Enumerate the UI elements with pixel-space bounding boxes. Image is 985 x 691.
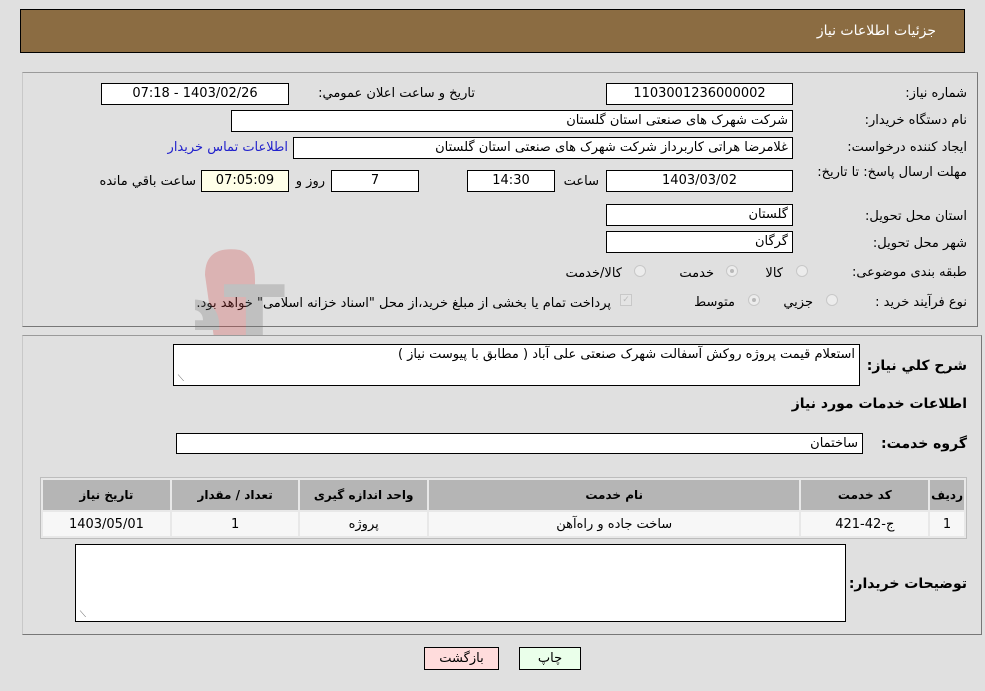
remaining-days-field: 7 <box>331 170 419 192</box>
category-option-goods: کالا <box>765 266 783 281</box>
province-label: استان محل تحویل: <box>865 209 967 224</box>
cell-row-number: 1 <box>930 512 964 536</box>
service-group-label: گروه خدمت: <box>881 436 967 452</box>
province-field: گلستان <box>606 204 793 226</box>
col-header-unit: واحد اندازه گیری <box>300 480 427 510</box>
col-header-row-number: ردیف <box>930 480 964 510</box>
service-group-field: ساختمان <box>176 433 863 454</box>
need-number-label: شماره نیاز: <box>905 86 967 101</box>
description-text: استعلام قیمت پروژه روکش آسفالت شهرک صنعت… <box>397 347 855 362</box>
remaining-label: ساعت باقي مانده <box>99 174 196 189</box>
announce-label: تاریخ و ساعت اعلان عمومي: <box>318 86 475 101</box>
buyer-org-field: شرکت شهرک های صنعتی استان گلستان <box>231 110 793 132</box>
page-header: جزئیات اطلاعات نیاز <box>20 9 965 53</box>
category-label: طبقه بندی موضوعی: <box>851 265 967 280</box>
services-table: ردیف کد خدمت نام خدمت واحد اندازه گیری ت… <box>40 477 967 539</box>
days-label: روز و <box>295 174 325 189</box>
process-option-medium: متوسط <box>694 295 735 310</box>
category-radio-goods-service[interactable] <box>634 265 646 277</box>
buyer-contact-link[interactable]: اطلاعات تماس خریدار <box>168 140 288 155</box>
resize-grip-icon[interactable]: ⟋ <box>78 611 86 620</box>
services-title: اطلاعات خدمات مورد نیاز <box>791 396 967 412</box>
table-row: 1 ج-42-421 ساخت جاده و راه‌آهن پروژه 1 1… <box>43 512 964 536</box>
category-option-goods-service: کالا/خدمت <box>565 266 622 281</box>
cell-unit: پروژه <box>300 512 427 536</box>
buyer-notes-label: توضیحات خریدار: <box>848 576 967 592</box>
resize-grip-icon[interactable]: ⟋ <box>176 375 184 384</box>
process-radio-medium[interactable] <box>748 294 760 306</box>
creator-label: ایجاد کننده درخواست: <box>847 140 967 155</box>
description-label: شرح کلي نیاز: <box>866 358 967 374</box>
buyer-org-label: نام دستگاه خریدار: <box>864 113 967 128</box>
category-option-service: خدمت <box>679 266 714 281</box>
back-button[interactable]: بازگشت <box>424 647 499 670</box>
category-radio-service[interactable] <box>726 265 738 277</box>
process-label: نوع فرآیند خرید : <box>875 295 967 310</box>
city-field: گرگان <box>606 231 793 253</box>
process-option-minor: جزيي <box>783 295 813 310</box>
deadline-label: مهلت ارسال پاسخ: تا تاریخ: <box>817 165 967 180</box>
category-radio-goods[interactable] <box>796 265 808 277</box>
page-title: جزئیات اطلاعات نیاز <box>816 23 936 39</box>
deadline-time-label: ساعت <box>563 174 599 189</box>
need-number-field: 1103001236000002 <box>606 83 793 105</box>
col-header-quantity: تعداد / مقدار <box>171 480 299 510</box>
city-label: شهر محل تحویل: <box>872 236 967 251</box>
col-header-service-code: کد خدمت <box>801 480 929 510</box>
treasury-note: پرداخت تمام یا بخشی از مبلغ خرید،از محل … <box>196 296 611 311</box>
print-button[interactable]: چاپ <box>519 647 581 670</box>
table-header-row: ردیف کد خدمت نام خدمت واحد اندازه گیری ت… <box>43 480 964 510</box>
col-header-service-name: نام خدمت <box>428 480 800 510</box>
col-header-need-date: تاریخ نیاز <box>43 480 170 510</box>
cell-need-date: 1403/05/01 <box>43 512 170 536</box>
treasury-checkbox[interactable]: ✓ <box>620 294 632 306</box>
deadline-time-field: 14:30 <box>467 170 555 192</box>
remaining-time-field: 07:05:09 <box>201 170 289 192</box>
buyer-notes-textarea[interactable]: ⟋ <box>75 544 846 622</box>
cell-service-name: ساخت جاده و راه‌آهن <box>428 512 800 536</box>
announce-date-field: 1403/02/26 - 07:18 <box>101 83 289 105</box>
deadline-date-field: 1403/03/02 <box>606 170 793 192</box>
cell-quantity: 1 <box>171 512 299 536</box>
process-radio-minor[interactable] <box>826 294 838 306</box>
description-textarea[interactable]: استعلام قیمت پروژه روکش آسفالت شهرک صنعت… <box>173 344 860 386</box>
cell-service-code: ج-42-421 <box>801 512 929 536</box>
creator-field: غلامرضا هراتی کاربرداز شرکت شهرک های صنع… <box>293 137 793 159</box>
